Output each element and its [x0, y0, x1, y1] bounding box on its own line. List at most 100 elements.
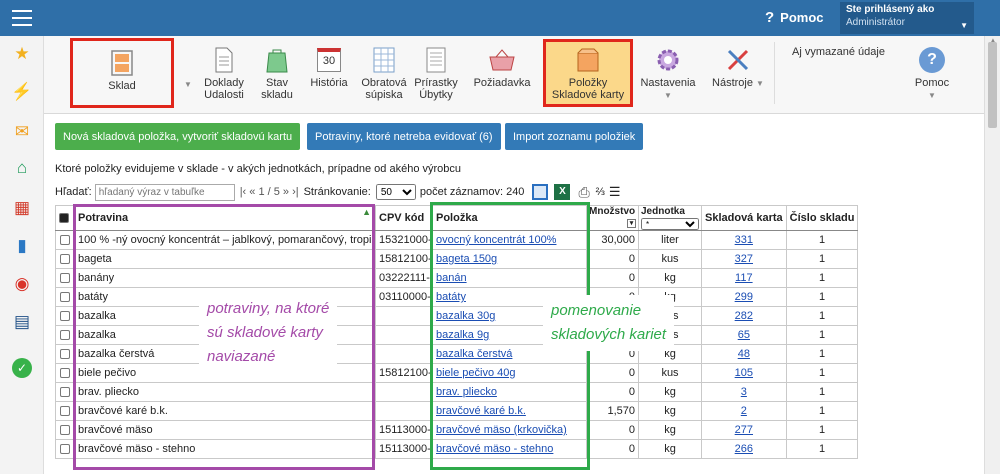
card-link[interactable]: 299 [735, 291, 753, 303]
card-link[interactable]: 117 [735, 272, 753, 284]
item-link[interactable]: bazalka 30g [436, 310, 495, 322]
row-checkbox[interactable] [55, 268, 75, 288]
row-checkbox[interactable] [55, 382, 75, 402]
star-icon[interactable]: ★ [12, 44, 32, 64]
col-cpv[interactable]: CPV kód [375, 205, 433, 231]
paging-select[interactable]: 50 [375, 184, 416, 200]
item-link[interactable]: brav. pliecko [436, 386, 497, 398]
sklad-dropdown[interactable]: ▼ [184, 78, 192, 91]
card-link[interactable]: 3 [741, 386, 747, 398]
item-link[interactable]: bravčové mäso - stehno [436, 443, 553, 455]
hamburger-menu-icon[interactable] [12, 10, 32, 26]
ribbon-poziadavka[interactable]: Požiadavka [471, 46, 533, 89]
check-circle-icon[interactable]: ✓ [12, 358, 32, 378]
import-button[interactable]: Import zoznamu položiek [505, 123, 644, 150]
table-row[interactable]: 100 % -ný ovocný koncentrát – jablkový, … [55, 230, 859, 250]
help-link[interactable]: ? Pomoc [765, 9, 824, 26]
item-link[interactable]: bazalka čerstvá [436, 348, 512, 360]
table-row[interactable]: batáty03110000-6batáty0kg2991 [55, 287, 859, 307]
deleted-data-toggle[interactable]: Aj vymazané údaje [792, 46, 885, 58]
ribbon-prirastky-ubytky[interactable]: Prírastky Úbytky [414, 46, 458, 101]
fraction-icon[interactable]: ⅔ [596, 186, 605, 198]
ribbon-obratova-supiska[interactable]: Obratová súpiska [360, 46, 408, 101]
row-checkbox[interactable] [55, 344, 75, 364]
tools-icon [724, 46, 752, 74]
row-checkbox[interactable] [55, 230, 75, 250]
item-link[interactable]: batáty [436, 291, 466, 303]
select-all-checkbox[interactable] [55, 205, 75, 231]
no-track-button[interactable]: Potraviny, ktoré netreba evidovať (6) [307, 123, 501, 150]
row-checkbox[interactable] [55, 363, 75, 383]
list-icon[interactable]: ☰ [609, 184, 621, 200]
user-menu[interactable]: Ste prihlásený ako Administrátor ▼ [840, 2, 974, 34]
col-card[interactable]: Skladová karta [701, 205, 787, 231]
card-link[interactable]: 266 [735, 443, 753, 455]
columns-icon[interactable] [532, 184, 549, 200]
item-link[interactable]: banán [436, 272, 467, 284]
pager[interactable]: |‹ « 1 / 5 » ›| [240, 186, 299, 198]
calendar-icon[interactable]: ▤ [12, 312, 32, 332]
row-checkbox[interactable] [55, 420, 75, 440]
row-checkbox[interactable] [55, 306, 75, 326]
col-item[interactable]: Položka [432, 205, 587, 231]
ribbon-polozky-skladove-karty[interactable]: Položky Skladové karty [543, 39, 633, 107]
scrollbar-thumb[interactable] [988, 42, 997, 128]
item-link[interactable]: biele pečivo 40g [436, 367, 516, 379]
item-link[interactable]: ovocný koncentrát 100% [436, 234, 556, 246]
table-row[interactable]: bravčové karé b.k. bravčové karé b.k. 1,57… [55, 401, 859, 421]
table-row[interactable]: biele pečivo 15812100-4 biele pečivo 40g 0 k… [55, 363, 859, 383]
item-link[interactable]: bravčové mäso (krkovička) [436, 424, 567, 436]
card-cell: 48 [701, 344, 787, 364]
item-link[interactable]: bageta 150g [436, 253, 497, 265]
table-row[interactable]: brav. pliecko brav. pliecko 0 kg 3 1 [55, 382, 859, 402]
card-link[interactable]: 105 [735, 367, 753, 379]
ribbon-historia[interactable]: 30 História [307, 46, 351, 89]
ledger-icon [422, 46, 450, 74]
card-link[interactable]: 277 [735, 424, 753, 436]
chevron-down-icon: ▼ [184, 80, 192, 89]
card-link[interactable]: 48 [738, 348, 750, 360]
row-checkbox[interactable] [55, 439, 75, 459]
table-row[interactable]: bazalkabazalka 30g0kus2821 [55, 306, 859, 326]
table-row[interactable]: bravčové mäso 15113000-3 bravčové mäso (kr… [55, 420, 859, 440]
item-link[interactable]: bravčové karé b.k. [436, 405, 526, 417]
table-row[interactable]: bageta 15812100-4 bageta 150g 0 kus 327 1 [55, 249, 859, 269]
magic-wand-icon[interactable]: ⚡ [11, 82, 32, 102]
book-icon[interactable]: ▮ [12, 236, 32, 256]
card-link[interactable]: 65 [738, 329, 750, 341]
table-row[interactable]: banány 03222111-4 banán 0 kg 117 1 [55, 268, 859, 288]
table-row[interactable]: bravčové mäso - stehno 15113000-3 bravčové… [55, 439, 859, 459]
card-link[interactable]: 282 [735, 310, 753, 322]
home-icon[interactable]: ⌂ [12, 158, 32, 178]
table-row[interactable]: bazalka čerstvá bazalka čerstvá 0 kg 48 1 [55, 344, 859, 364]
unit-filter-select[interactable]: * [641, 218, 699, 230]
card-cell: 117 [701, 268, 787, 288]
mail-icon[interactable]: ✉ [12, 122, 32, 142]
search-input[interactable] [94, 183, 235, 201]
excel-icon[interactable]: X [554, 184, 571, 200]
row-checkbox[interactable] [55, 287, 75, 307]
ribbon-stav-skladu[interactable]: Stav skladu [257, 46, 297, 101]
card-link[interactable]: 331 [735, 234, 753, 246]
ribbon-sklad[interactable]: Sklad [70, 38, 174, 108]
col-unit[interactable]: Jednotka * [638, 205, 702, 231]
person-icon[interactable]: ◉ [12, 274, 32, 294]
table-row[interactable]: bazalkabazalka 9g0kus651 [55, 325, 859, 345]
ribbon-pomoc[interactable]: ? Pomoc ▼ [910, 46, 954, 102]
col-store[interactable]: Číslo skladu [785, 205, 859, 231]
col-food[interactable]: Potravina ▲ [74, 205, 376, 231]
card-link[interactable]: 2 [741, 405, 747, 417]
new-item-button[interactable]: Nová skladová položka, vytvoriť skladovú… [55, 123, 301, 150]
row-checkbox[interactable] [55, 325, 75, 345]
vertical-scrollbar[interactable]: ▲ [984, 36, 1000, 474]
card-link[interactable]: 327 [735, 253, 753, 265]
row-checkbox[interactable] [55, 249, 75, 269]
ribbon-doklady[interactable]: Doklady Udalosti [201, 46, 247, 101]
ribbon-nastavenia[interactable]: Nastavenia ▼ [636, 46, 700, 102]
col-qty[interactable]: Množstvo ▾ [586, 205, 639, 231]
ribbon-nastroje[interactable]: Nástroje ▼ [708, 46, 768, 90]
item-link[interactable]: bazalka 9g [436, 329, 489, 341]
row-checkbox[interactable] [55, 401, 75, 421]
printer-icon[interactable]: ⎙ [578, 184, 589, 201]
grid-icon[interactable]: ▦ [12, 198, 32, 218]
